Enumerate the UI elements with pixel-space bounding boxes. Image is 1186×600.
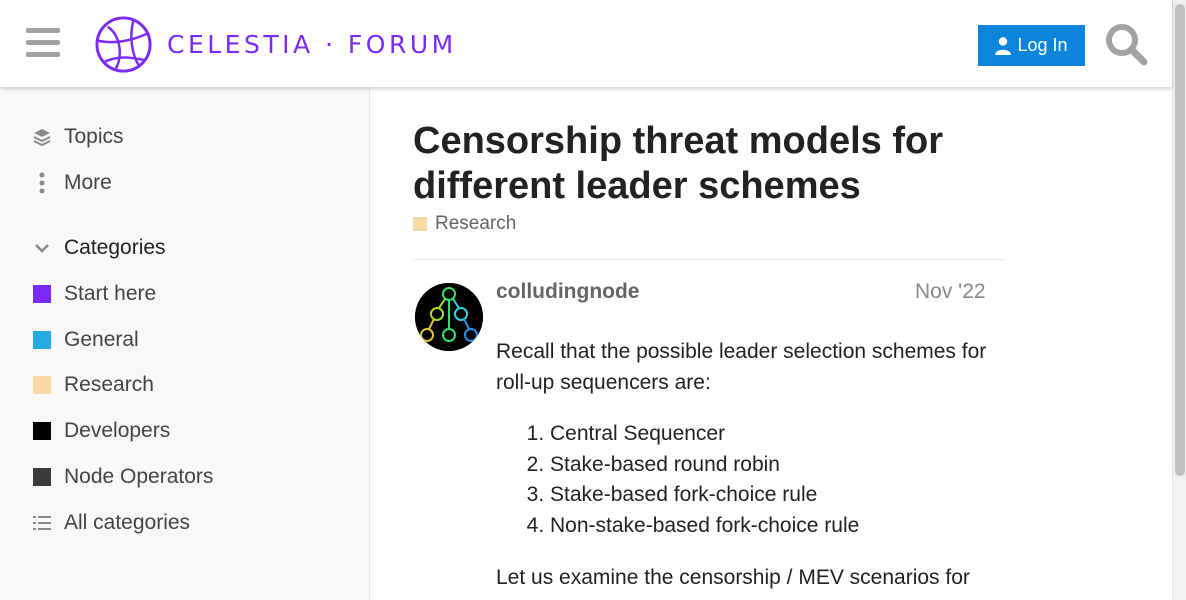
divider — [413, 259, 1004, 260]
scrollbar-thumb[interactable] — [1175, 4, 1185, 476]
celestia-logo-icon — [95, 16, 152, 73]
sidebar: Topics More Categories Start here Genera… — [0, 87, 370, 600]
sidebar-item-label: Node Operators — [64, 465, 214, 488]
category-color-swatch — [33, 422, 51, 440]
login-label: Log In — [1017, 35, 1068, 55]
post-body: Recall that the possible leader selectio… — [496, 336, 996, 593]
site-header: CELESTIA · FORUM Log In — [0, 0, 1172, 87]
page-scrollbar[interactable] — [1172, 0, 1186, 600]
chevron-down-icon — [32, 243, 52, 253]
category-color-swatch — [33, 285, 51, 303]
category-color-swatch — [33, 331, 51, 349]
sidebar-item-developers[interactable]: Developers — [32, 419, 170, 443]
site-logo[interactable]: CELESTIA · FORUM — [94, 15, 457, 74]
post-date[interactable]: Nov '22 — [915, 280, 986, 304]
category-color-swatch — [33, 468, 51, 486]
login-button[interactable]: Log In — [978, 25, 1085, 66]
post-paragraph: Let us examine the censorship / MEV scen… — [496, 566, 970, 589]
category-color-swatch — [413, 217, 427, 231]
sidebar-item-start-here[interactable]: Start here — [32, 282, 156, 306]
sidebar-item-label: Developers — [64, 419, 171, 442]
post-paragraph: Recall that the possible leader selectio… — [496, 340, 987, 394]
categories-section-toggle[interactable]: Categories — [32, 236, 166, 260]
topic-category-label: Research — [435, 213, 517, 234]
topic-category-badge[interactable]: Research — [413, 213, 516, 235]
vertical-ellipsis-icon — [32, 172, 52, 194]
sidebar-item-label: General — [64, 328, 139, 351]
sidebar-item-label: Start here — [64, 282, 157, 305]
layers-icon — [32, 128, 52, 146]
list-item: Stake-based fork-choice rule — [550, 480, 996, 511]
sidebar-item-label: Research — [64, 373, 154, 396]
post-list: Central Sequencer Stake-based round robi… — [496, 419, 996, 541]
logo-text: CELESTIA · FORUM — [167, 30, 457, 59]
categories-heading: Categories — [64, 236, 166, 259]
avatar[interactable] — [415, 283, 483, 351]
sidebar-item-research[interactable]: Research — [32, 373, 154, 397]
sidebar-item-label: More — [64, 171, 112, 194]
search-icon[interactable] — [1104, 22, 1148, 66]
hamburger-menu-icon[interactable] — [26, 28, 62, 58]
sidebar-item-label: Topics — [64, 125, 124, 148]
user-icon — [995, 36, 1012, 55]
list-item: Central Sequencer — [550, 419, 996, 450]
sidebar-item-general[interactable]: General — [32, 328, 139, 352]
sidebar-item-all-categories[interactable]: All categories — [32, 511, 190, 535]
list-item: Stake-based round robin — [550, 450, 996, 481]
topic-title[interactable]: Censorship threat models for different l… — [413, 119, 993, 209]
post-username[interactable]: colludingnode — [496, 280, 639, 304]
sidebar-item-more[interactable]: More — [32, 171, 112, 195]
sidebar-item-topics[interactable]: Topics — [32, 125, 124, 149]
category-color-swatch — [33, 376, 51, 394]
sidebar-item-label: All categories — [64, 511, 191, 534]
sidebar-item-node-operators[interactable]: Node Operators — [32, 465, 213, 489]
list-icon — [32, 515, 52, 531]
list-item: Non-stake-based fork-choice rule — [550, 511, 996, 542]
